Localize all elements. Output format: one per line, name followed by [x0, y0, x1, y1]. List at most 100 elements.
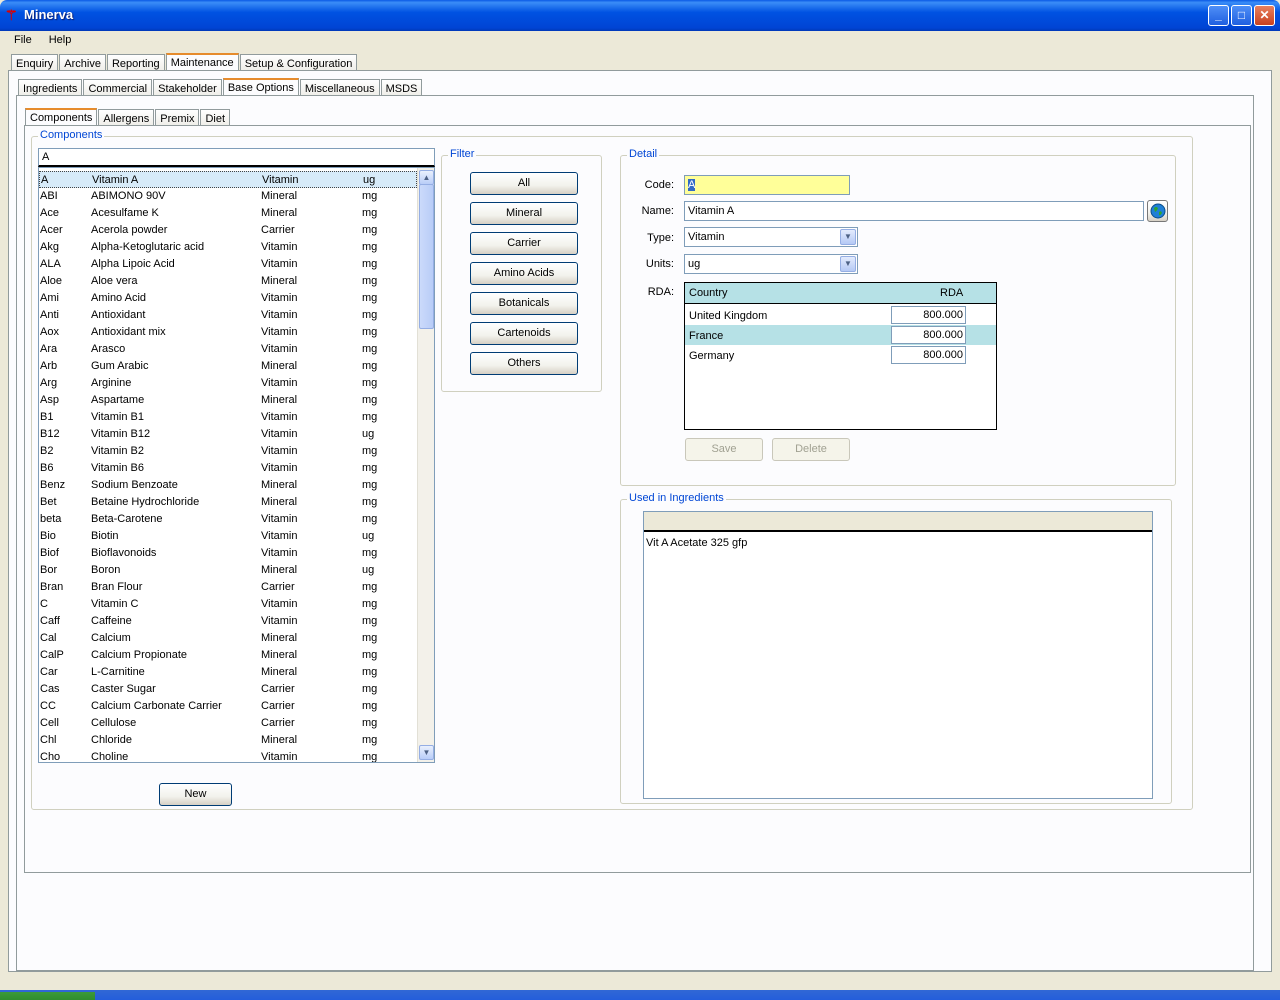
list-item[interactable]: Ace Acesulfame K Mineral mg	[39, 205, 417, 222]
code-field[interactable]: A	[684, 175, 850, 195]
list-item[interactable]: B6 Vitamin B6 Vitamin mg	[39, 460, 417, 477]
filter-carrier-button[interactable]: Carrier	[470, 232, 578, 255]
type-value: Vitamin	[688, 231, 725, 243]
list-item[interactable]: Bio Biotin Vitamin ug	[39, 528, 417, 545]
list-item[interactable]: Cal Calcium Mineral mg	[39, 630, 417, 647]
rda-row[interactable]: Germany 800.000	[685, 345, 996, 365]
scroll-thumb[interactable]	[419, 184, 434, 329]
rda-value-input[interactable]: 800.000	[891, 346, 966, 364]
country-column-header: Country	[689, 287, 728, 299]
component-type: Vitamin	[261, 258, 298, 270]
list-item[interactable]: Bor Boron Mineral ug	[39, 562, 417, 579]
list-item[interactable]: B2 Vitamin B2 Vitamin mg	[39, 443, 417, 460]
component-type: Vitamin	[261, 751, 298, 763]
component-unit: mg	[362, 734, 378, 746]
maximize-button[interactable]: □	[1231, 5, 1252, 26]
close-button[interactable]: ✕	[1254, 5, 1275, 26]
list-item[interactable]: B12 Vitamin B12 Vitamin ug	[39, 426, 417, 443]
list-item[interactable]: beta Beta-Carotene Vitamin mg	[39, 511, 417, 528]
menu-help[interactable]: Help	[39, 31, 79, 46]
window-title: Minerva	[24, 7, 74, 22]
list-item[interactable]: Arg Arginine Vitamin mg	[39, 375, 417, 392]
delete-button[interactable]: Delete	[772, 438, 850, 461]
component-code: Ara	[40, 343, 58, 355]
rda-row[interactable]: United Kingdom 800.000	[685, 305, 996, 325]
filter-all-button[interactable]: All	[470, 172, 578, 195]
main-tab-row: Enquiry Archive Reporting Maintenance Setup …	[11, 51, 358, 75]
new-component-button[interactable]: New	[159, 783, 232, 806]
minimize-button[interactable]: _	[1208, 5, 1229, 26]
list-item[interactable]: Ami Amino Acid Vitamin mg	[39, 290, 417, 307]
used-in-ingredients-list[interactable]: Vit A Acetate 325 gfp	[643, 511, 1153, 799]
component-name: Amino Acid	[91, 292, 147, 304]
filter-amino-acids-button[interactable]: Amino Acids	[470, 262, 578, 285]
list-item[interactable]: Acer Acerola powder Carrier mg	[39, 222, 417, 239]
list-item[interactable]: Car L-Carnitine Mineral mg	[39, 664, 417, 681]
type-select[interactable]: Vitamin ▼	[684, 227, 858, 247]
list-item[interactable]: Caff Caffeine Vitamin mg	[39, 613, 417, 630]
list-item[interactable]: CC Calcium Carbonate Carrier Carrier mg	[39, 698, 417, 715]
component-unit: ug	[363, 174, 376, 186]
scroll-down-icon[interactable]: ▼	[419, 745, 434, 760]
list-item[interactable]: Arb Gum Arabic Mineral mg	[39, 358, 417, 375]
list-item[interactable]: B1 Vitamin B1 Vitamin mg	[39, 409, 417, 426]
list-item[interactable]: C Vitamin C Vitamin mg	[39, 596, 417, 613]
title-bar: ⚚ Minerva _ □ ✕	[0, 0, 1280, 31]
list-item[interactable]: Bran Bran Flour Carrier mg	[39, 579, 417, 596]
list-item[interactable]: A Vitamin A Vitamin ug	[39, 171, 417, 188]
list-item[interactable]: Cell Cellulose Carrier mg	[39, 715, 417, 732]
component-type: Vitamin	[261, 462, 298, 474]
component-name: Caster Sugar	[91, 683, 156, 695]
list-item[interactable]: Asp Aspartame Mineral mg	[39, 392, 417, 409]
list-item[interactable]: Chl Chloride Mineral mg	[39, 732, 417, 749]
component-list[interactable]: A Vitamin A Vitamin ug ABI ABIMONO 90V Mineral…	[38, 167, 435, 763]
list-item[interactable]: Bet Betaine Hydrochloride Mineral mg	[39, 494, 417, 511]
used-in-item[interactable]: Vit A Acetate 325 gfp	[646, 537, 747, 549]
component-type: Carrier	[261, 717, 295, 729]
list-item[interactable]: Cas Caster Sugar Carrier mg	[39, 681, 417, 698]
save-button[interactable]: Save	[685, 438, 763, 461]
list-item[interactable]: Cho Choline Vitamin mg	[39, 749, 417, 763]
list-scrollbar[interactable]: ▲ ▼	[417, 168, 434, 762]
rda-value-input[interactable]: 800.000	[891, 306, 966, 324]
chevron-down-icon[interactable]: ▼	[840, 229, 856, 245]
list-item[interactable]: CalP Calcium Propionate Mineral mg	[39, 647, 417, 664]
component-unit: mg	[362, 241, 378, 253]
chevron-down-icon[interactable]: ▼	[840, 256, 856, 272]
scroll-up-icon[interactable]: ▲	[419, 170, 434, 185]
component-search-input[interactable]: A	[38, 148, 435, 167]
filter-cartenoids-button[interactable]: Cartenoids	[470, 322, 578, 345]
rda-value-input[interactable]: 800.000	[891, 326, 966, 344]
component-code: Chl	[40, 734, 57, 746]
globe-icon[interactable]	[1147, 200, 1168, 222]
component-unit: mg	[362, 309, 378, 321]
component-name: Alpha-Ketoglutaric acid	[91, 241, 205, 253]
filter-mineral-button[interactable]: Mineral	[470, 202, 578, 225]
list-item[interactable]: Benz Sodium Benzoate Mineral mg	[39, 477, 417, 494]
name-field[interactable]: Vitamin A	[684, 201, 1144, 221]
component-unit: ug	[362, 530, 375, 542]
list-item[interactable]: Akg Alpha-Ketoglutaric acid Vitamin mg	[39, 239, 417, 256]
list-item[interactable]: Aloe Aloe vera Mineral mg	[39, 273, 417, 290]
rda-grid[interactable]: Country RDA United Kingdom 800.000 Franc…	[684, 282, 997, 430]
menu-bar: File Help	[4, 31, 1276, 50]
list-item[interactable]: Ara Arasco Vitamin mg	[39, 341, 417, 358]
rda-row[interactable]: France 800.000	[685, 325, 996, 345]
list-item[interactable]: Anti Antioxidant Vitamin mg	[39, 307, 417, 324]
list-item[interactable]: Biof Bioflavonoids Vitamin mg	[39, 545, 417, 562]
list-item[interactable]: Aox Antioxidant mix Vitamin mg	[39, 324, 417, 341]
menu-file[interactable]: File	[4, 31, 39, 46]
component-code: Aox	[40, 326, 59, 338]
component-code: Caff	[40, 615, 60, 627]
used-in-ingredients-title: Used in Ingredients	[627, 492, 726, 504]
units-select[interactable]: ug ▼	[684, 254, 858, 274]
component-code: Acer	[40, 224, 63, 236]
component-name: Boron	[91, 564, 121, 576]
filter-others-button[interactable]: Others	[470, 352, 578, 375]
component-name: Aspartame	[91, 394, 145, 406]
list-item[interactable]: ABI ABIMONO 90V Mineral mg	[39, 188, 417, 205]
start-button[interactable]	[0, 992, 95, 1000]
list-item[interactable]: ALA Alpha Lipoic Acid Vitamin mg	[39, 256, 417, 273]
component-type: Mineral	[261, 275, 298, 287]
filter-botanicals-button[interactable]: Botanicals	[470, 292, 578, 315]
